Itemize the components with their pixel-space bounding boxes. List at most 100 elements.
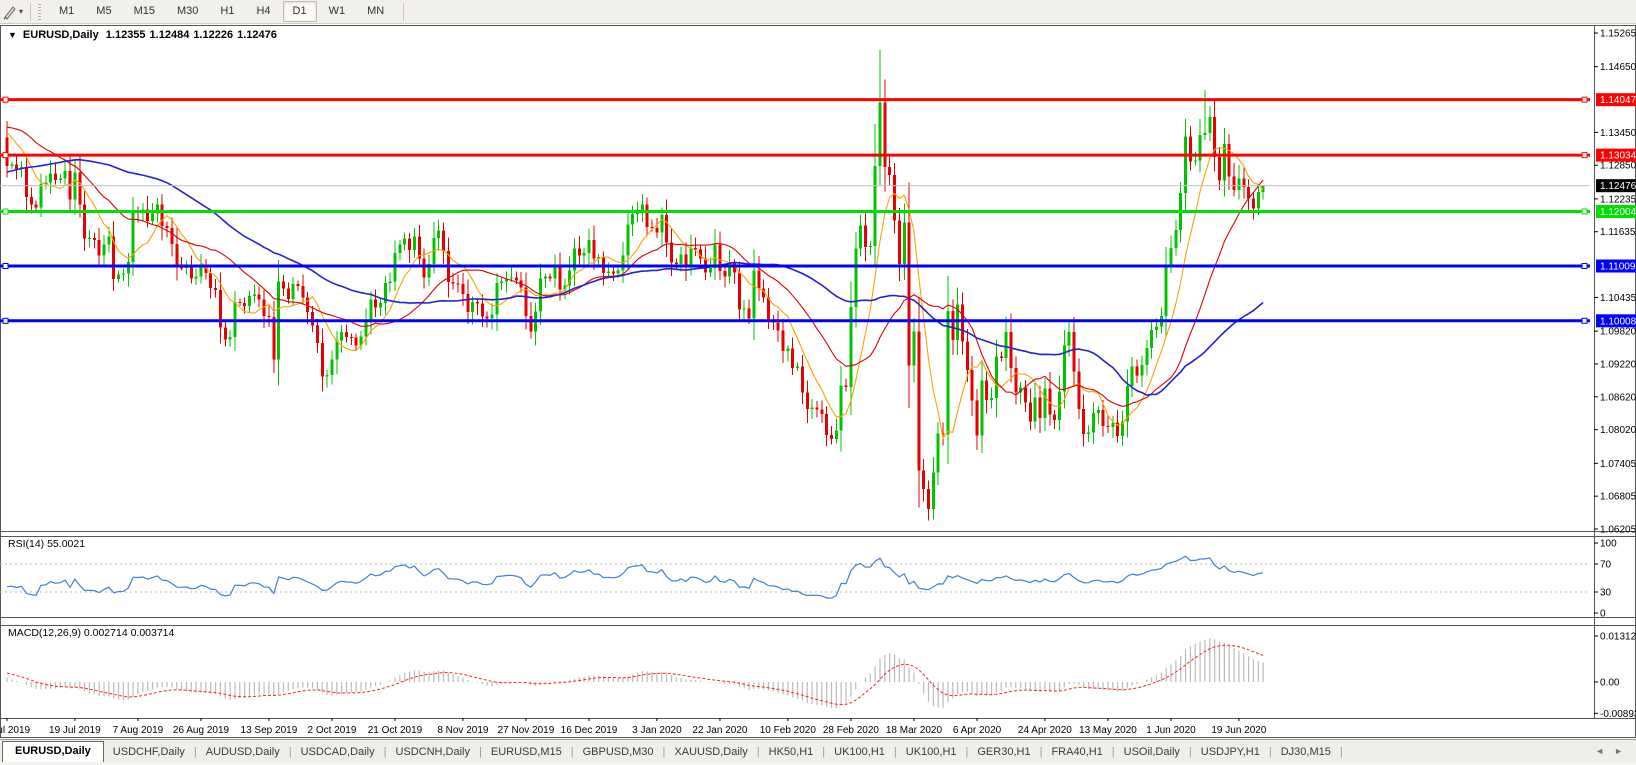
- timeframe-button-w1[interactable]: W1: [319, 1, 356, 22]
- svg-text:1.06805: 1.06805: [1600, 492, 1636, 503]
- tab-fra40-h1[interactable]: FRA40,H1: [1042, 743, 1111, 762]
- macd-signal-line: [6, 644, 1264, 706]
- line-anchor-handle[interactable]: [2, 208, 9, 215]
- svg-text:30: 30: [1600, 588, 1612, 599]
- date-axis: 1 Jul 2019 19 Jul 2019 7 Aug 2019 26 Aug 20…: [0, 718, 1267, 736]
- toolbar-separator: [403, 2, 405, 21]
- svg-text:13 May 2020: 13 May 2020: [1079, 725, 1137, 736]
- line-anchor-handle[interactable]: [2, 152, 9, 159]
- svg-text:1.12235: 1.12235: [1600, 194, 1636, 205]
- timeframe-button-h4[interactable]: H4: [246, 1, 280, 22]
- line-anchor-handle[interactable]: [2, 96, 9, 103]
- tab-usdcnh-daily[interactable]: USDCNH,Daily: [386, 743, 479, 762]
- chevron-down-icon[interactable]: ▾: [19, 7, 23, 16]
- svg-text:1.12004: 1.12004: [1600, 207, 1636, 218]
- tab-scroll-right-icon[interactable]: ►: [1609, 746, 1628, 756]
- hline-price-label: 1.14047: [1596, 93, 1636, 107]
- chart-window: 1.15265 1.14650 1.13450 1.12850 1.12235 1.116…: [0, 25, 1636, 738]
- svg-text:1.15265: 1.15265: [1600, 29, 1636, 40]
- svg-text:1.12476: 1.12476: [1600, 181, 1636, 192]
- line-anchor-handle[interactable]: [2, 262, 9, 269]
- tab-ger30-h1[interactable]: GER30,H1: [968, 743, 1039, 762]
- line-anchor-handle[interactable]: [2, 317, 9, 324]
- svg-text:8 Nov 2019: 8 Nov 2019: [437, 725, 489, 736]
- svg-text:1.14650: 1.14650: [1600, 62, 1636, 73]
- moving-average-line: [6, 131, 1264, 440]
- tab-gbpusd-m30[interactable]: GBPUSD,M30: [574, 743, 663, 762]
- rsi-axis: 100 70 30 0: [1594, 539, 1617, 620]
- chart-cursor-icon[interactable]: [2, 4, 18, 20]
- svg-text:1.09220: 1.09220: [1600, 359, 1636, 370]
- svg-text:6 Apr 2020: 6 Apr 2020: [953, 725, 1002, 736]
- svg-text:26 Aug 2019: 26 Aug 2019: [173, 725, 230, 736]
- timeframe-button-mn[interactable]: MN: [357, 1, 394, 22]
- svg-text:16 Dec 2019: 16 Dec 2019: [561, 725, 618, 736]
- svg-text:18 Mar 2020: 18 Mar 2020: [886, 725, 943, 736]
- svg-text:0.00: 0.00: [1600, 678, 1620, 689]
- line-anchor-handle[interactable]: [1581, 262, 1588, 269]
- tab-hk50-h1[interactable]: HK50,H1: [760, 743, 823, 762]
- svg-text:1.10435: 1.10435: [1600, 293, 1636, 304]
- toolbar-separator: [30, 2, 32, 21]
- svg-text:10 Feb 2020: 10 Feb 2020: [760, 725, 817, 736]
- svg-text:3 Jan 2020: 3 Jan 2020: [632, 725, 682, 736]
- svg-text:22 Jan 2020: 22 Jan 2020: [692, 725, 747, 736]
- chart-ohlc-title[interactable]: ▼ EURUSD,Daily 1.12355 1.12484 1.12226 1.124…: [8, 29, 281, 41]
- timeframe-button-m5[interactable]: M5: [86, 1, 121, 22]
- tab-scroll-left-icon[interactable]: ◄: [1590, 746, 1609, 756]
- svg-text:1.09820: 1.09820: [1600, 327, 1636, 338]
- tab-uk100-h1[interactable]: UK100,H1: [897, 743, 966, 762]
- tab-audusd-daily[interactable]: AUDUSD,Daily: [197, 743, 289, 762]
- svg-text:70: 70: [1600, 560, 1612, 571]
- chart-dropdown-icon[interactable]: ▼: [8, 30, 17, 40]
- svg-text:1.13034: 1.13034: [1600, 151, 1636, 162]
- tab-usdcad-daily[interactable]: USDCAD,Daily: [292, 743, 384, 762]
- svg-text:24 Apr 2020: 24 Apr 2020: [1018, 725, 1072, 736]
- hline-price-label: 1.11009: [1596, 259, 1636, 273]
- timeframe-buttons: M1 M5 M15 M30 H1 H4 D1 W1 MN: [48, 1, 395, 22]
- svg-text:100: 100: [1600, 539, 1617, 550]
- timeframe-button-h1[interactable]: H1: [210, 1, 244, 22]
- toolbar-grip-handle[interactable]: [37, 3, 43, 20]
- tab-eurusd-daily[interactable]: EURUSD,Daily: [2, 741, 104, 762]
- rsi-indicator-label: RSI(14) 55.0021: [8, 538, 86, 550]
- svg-text:-0.00893: -0.00893: [1600, 709, 1636, 720]
- tab-eurusd-m15[interactable]: EURUSD,M15: [482, 743, 571, 762]
- tab-usdjpy-h1[interactable]: USDJPY,H1: [1192, 743, 1269, 762]
- chart-borders: [0, 25, 1636, 738]
- svg-text:1.12850: 1.12850: [1600, 161, 1636, 172]
- timeframe-button-m30[interactable]: M30: [167, 1, 208, 22]
- current-price-label: 1.12476: [1596, 179, 1636, 193]
- line-anchor-handle[interactable]: [1581, 96, 1588, 103]
- svg-text:1.13450: 1.13450: [1600, 128, 1636, 139]
- line-anchor-handle[interactable]: [1581, 317, 1588, 324]
- tab-usoil-daily[interactable]: USOil,Daily: [1115, 743, 1189, 762]
- line-anchor-handle[interactable]: [1581, 152, 1588, 159]
- timeframe-button-d1[interactable]: D1: [282, 1, 317, 22]
- svg-text:19 Jul 2019: 19 Jul 2019: [49, 725, 101, 736]
- tab-dj30-m15[interactable]: DJ30,M15: [1272, 743, 1340, 762]
- chart-tabs: EURUSD,Daily USDCHF,Daily | AUDUSD,Daily | US…: [0, 741, 1343, 762]
- svg-text:1.08020: 1.08020: [1600, 425, 1636, 436]
- ohlc-high: 1.12484: [149, 29, 190, 41]
- ohlc-open: 1.12355: [105, 29, 146, 41]
- line-anchor-handle[interactable]: [1581, 208, 1588, 215]
- tab-usdchf-daily[interactable]: USDCHF,Daily: [104, 743, 194, 762]
- tab-uk100-h1[interactable]: UK100,H1: [825, 743, 894, 762]
- candlesticks: [5, 50, 1265, 521]
- svg-text:1.11009: 1.11009: [1600, 261, 1636, 272]
- svg-text:1.14047: 1.14047: [1600, 95, 1636, 106]
- chart-canvas[interactable]: 1.15265 1.14650 1.13450 1.12850 1.12235 1.116…: [0, 25, 1636, 738]
- svg-text:1 Jun 2020: 1 Jun 2020: [1146, 725, 1196, 736]
- svg-text:19 Jun 2020: 19 Jun 2020: [1211, 725, 1266, 736]
- svg-text:1.08620: 1.08620: [1600, 392, 1636, 403]
- svg-text:13 Sep 2019: 13 Sep 2019: [241, 725, 298, 736]
- chart-tab-bar: EURUSD,Daily USDCHF,Daily | AUDUSD,Daily | US…: [0, 739, 1636, 762]
- svg-text:0: 0: [1600, 609, 1606, 620]
- tab-xauusd-daily[interactable]: XAUUSD,Daily: [665, 743, 756, 762]
- hline-price-label: 1.12004: [1596, 205, 1636, 219]
- svg-text:2 Oct 2019: 2 Oct 2019: [307, 725, 356, 736]
- svg-text:1.10008: 1.10008: [1600, 316, 1636, 327]
- timeframe-button-m1[interactable]: M1: [49, 1, 84, 22]
- timeframe-button-m15[interactable]: M15: [124, 1, 165, 22]
